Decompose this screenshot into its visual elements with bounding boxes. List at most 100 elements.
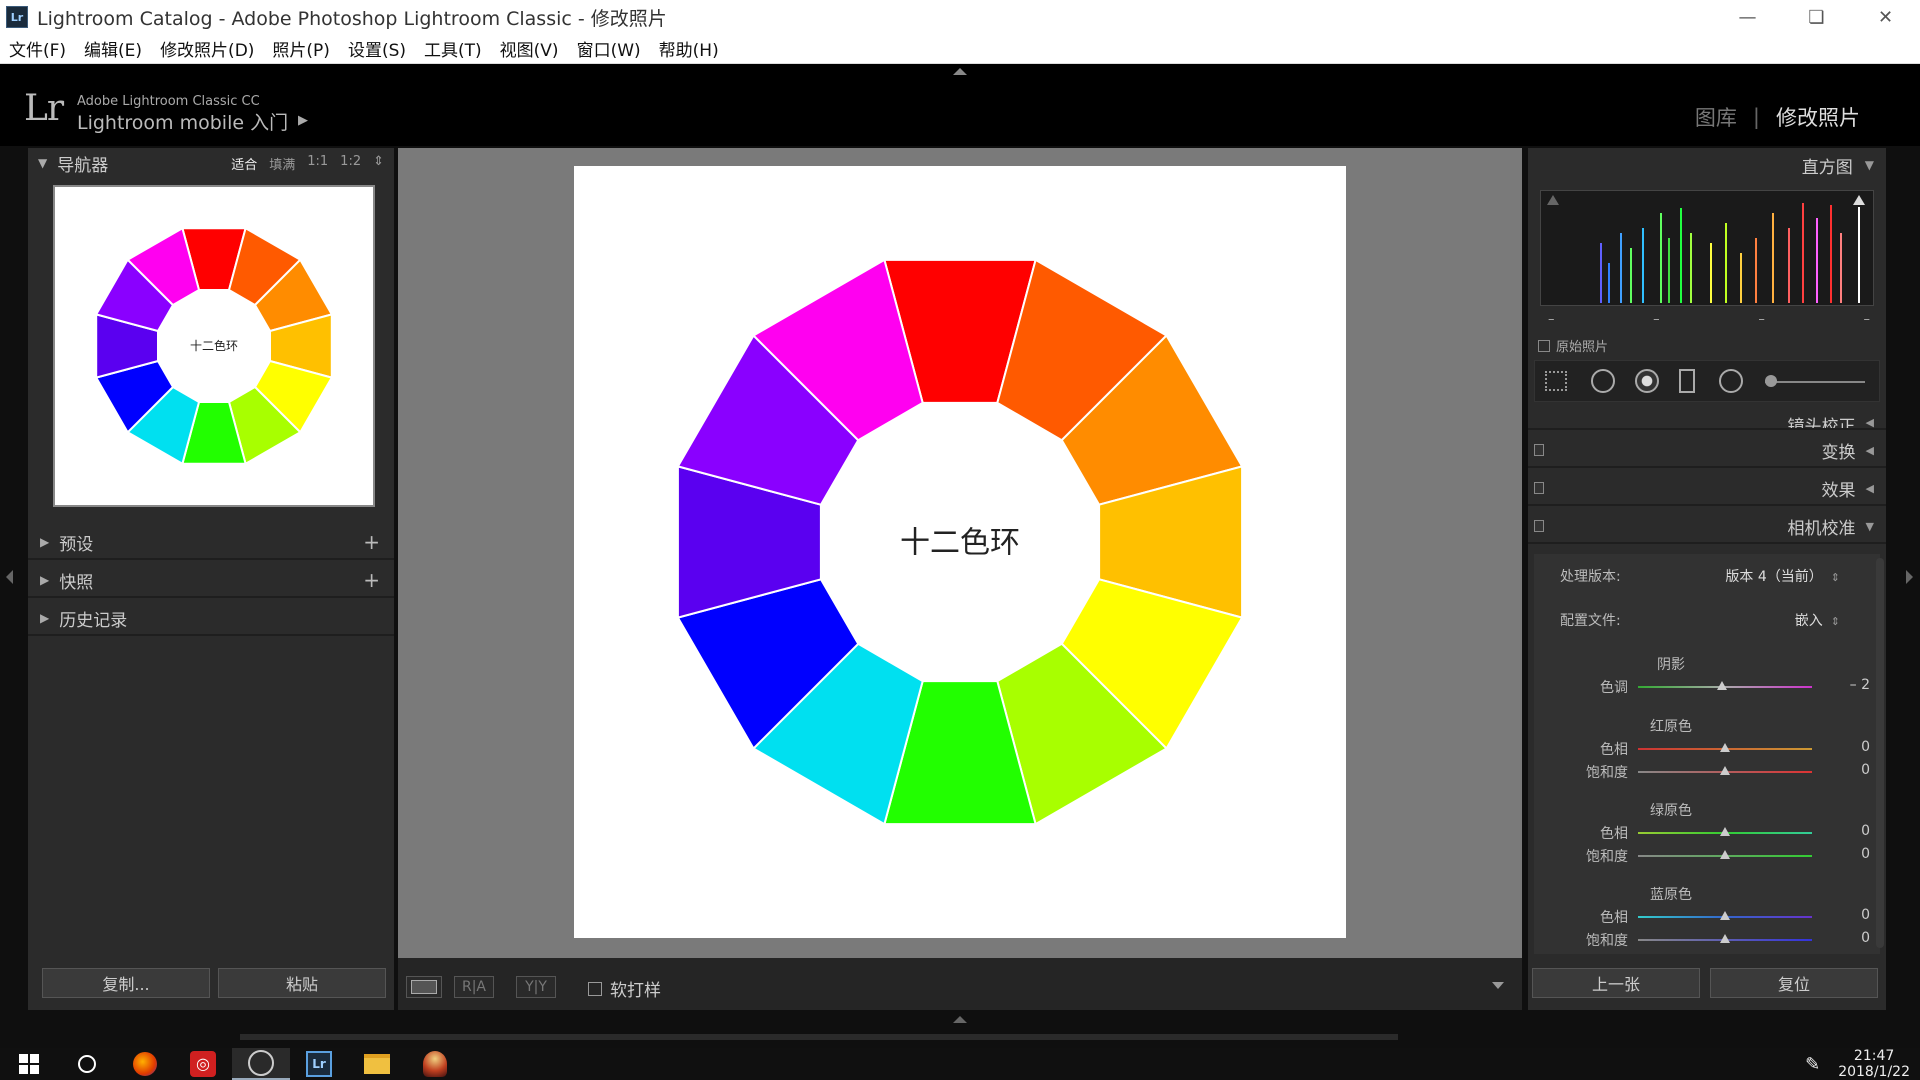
before-after-swap-button[interactable]: Y|Y [516,976,556,998]
module-library[interactable]: 图库 [1695,102,1737,132]
shadows-tint-value[interactable]: – 2 [1850,677,1870,693]
soft-proof-checkbox[interactable] [588,981,602,996]
start-button[interactable] [0,1048,58,1080]
green-saturation-slider-row[interactable]: 饱和度 0 [1534,845,1880,865]
clock[interactable]: 21:47 2018/1/22 [1838,1048,1910,1080]
add-preset-icon[interactable]: + [363,530,380,554]
history-panel-header[interactable]: ▶ 历史记录 [28,602,394,636]
menu-window[interactable]: 窗口(W) [568,36,650,61]
blue-hue-value[interactable]: 0 [1861,907,1870,923]
brush-size-slider[interactable] [1765,381,1865,383]
menu-photo[interactable]: 照片(P) [263,36,339,61]
taskbar-file-explorer[interactable] [348,1048,406,1080]
menu-tools[interactable]: 工具(T) [415,36,491,61]
expand-triangle-icon[interactable]: ▶ [40,573,49,587]
loupe-view-button[interactable] [406,976,442,998]
paste-button[interactable]: 粘贴 [218,968,386,998]
green-saturation-thumb[interactable] [1720,850,1730,859]
section-lens-corrections[interactable]: 镜头校正 ◀ [1528,410,1886,430]
menu-help[interactable]: 帮助(H) [650,36,728,61]
original-photo-toggle[interactable]: 原始照片 [1538,336,1608,355]
blue-saturation-value[interactable]: 0 [1861,930,1870,946]
section-toggle-icon[interactable]: ▼ [1866,520,1874,533]
restore-button[interactable]: ❏ [1782,0,1851,34]
pen-icon[interactable]: ✎ [1805,1054,1820,1075]
taskbar-netease-music[interactable]: ◎ [174,1048,232,1080]
add-snapshot-icon[interactable]: + [363,568,380,592]
zoom-fit[interactable]: 适合 [231,154,257,173]
zoom-fill[interactable]: 填满 [269,154,295,173]
section-switch[interactable] [1534,444,1544,456]
soft-proof-toggle[interactable]: 软打样 [588,976,661,1001]
red-eye-icon[interactable] [1635,369,1659,393]
menu-view[interactable]: 视图(V) [491,36,568,61]
taskbar-firefox[interactable] [116,1048,174,1080]
section-effects[interactable]: 效果 ◀ [1528,472,1886,506]
red-saturation-slider-row[interactable]: 饱和度 0 [1534,761,1880,781]
taskbar-camera-app[interactable] [232,1048,290,1080]
profile-row[interactable]: 配置文件: 嵌入 ⇕ [1534,606,1880,634]
original-photo-checkbox[interactable] [1538,339,1550,352]
red-hue-thumb[interactable] [1720,743,1730,752]
right-panel-toggle-icon[interactable] [1906,570,1913,584]
collapse-triangle-icon[interactable]: ▼ [1865,158,1874,172]
right-panel-scrollbar[interactable] [1876,558,1884,948]
blue-saturation-thumb[interactable] [1720,934,1730,943]
red-hue-slider-row[interactable]: 色相 0 [1534,738,1880,758]
copy-button[interactable]: 复制... [42,968,210,998]
play-icon[interactable]: ▶ [298,113,308,128]
histogram-header[interactable]: 直方图 ▼ [1528,148,1886,182]
green-saturation-value[interactable]: 0 [1861,846,1870,862]
shadows-tint-thumb[interactable] [1716,681,1727,690]
profile-select[interactable]: 嵌入 ⇕ [1795,610,1840,630]
blue-hue-slider-row[interactable]: 色相 0 [1534,906,1880,926]
toolbar-menu-icon[interactable] [1492,982,1504,989]
section-camera-calibration[interactable]: 相机校准 ▼ [1528,510,1886,544]
minimize-button[interactable]: — [1713,0,1782,34]
green-hue-value[interactable]: 0 [1861,823,1870,839]
previous-button[interactable]: 上一张 [1532,968,1700,998]
taskbar-app[interactable] [406,1048,464,1080]
blue-hue-thumb[interactable] [1720,911,1730,920]
histogram[interactable] [1540,190,1874,306]
section-toggle-icon[interactable]: ◀ [1866,482,1874,495]
navigator-preview[interactable]: 十二色环 [53,185,375,507]
section-toggle-icon[interactable]: ◀ [1866,416,1874,428]
left-panel-toggle-icon[interactable] [6,570,13,584]
blue-saturation-slider-row[interactable]: 饱和度 0 [1534,929,1880,949]
spot-removal-icon[interactable] [1591,369,1615,393]
red-saturation-thumb[interactable] [1720,766,1730,775]
menu-file[interactable]: 文件(F) [0,36,75,61]
brush-slider-thumb[interactable] [1765,375,1777,387]
taskbar-lightroom[interactable]: Lr [290,1048,348,1080]
mobile-link[interactable]: Lightroom mobile 入门 [77,108,288,135]
filmstrip-toggle-icon[interactable] [953,1016,967,1023]
shadows-tint-slider-row[interactable]: 色调 – 2 [1534,676,1880,696]
graduated-filter-icon[interactable] [1679,369,1695,393]
red-hue-value[interactable]: 0 [1861,739,1870,755]
filmstrip-scrollbar[interactable] [240,1034,1398,1040]
zoom-1-1[interactable]: 1:1 [307,154,328,173]
close-button[interactable]: ✕ [1851,0,1920,34]
presets-panel-header[interactable]: ▶ 预设 + [28,526,394,560]
radial-filter-icon[interactable] [1719,369,1743,393]
process-version-select[interactable]: 版本 4（当前） ⇕ [1725,566,1840,586]
section-switch[interactable] [1534,520,1544,532]
snapshots-panel-header[interactable]: ▶ 快照 + [28,564,394,598]
red-saturation-value[interactable]: 0 [1861,762,1870,778]
expand-triangle-icon[interactable]: ▶ [40,611,49,625]
section-transform[interactable]: 变换 ◀ [1528,434,1886,468]
search-button[interactable] [58,1048,116,1080]
crop-icon[interactable] [1545,371,1567,391]
photo[interactable]: 十二色环 [574,166,1346,938]
top-panel-toggle-icon[interactable] [953,68,967,75]
navigator-header[interactable]: ▼ 导航器 适合 填满 1:1 1:2 ⇕ [28,148,394,178]
menu-settings[interactable]: 设置(S) [339,36,415,61]
section-switch[interactable] [1534,482,1544,494]
photo-canvas[interactable]: 十二色环 [398,148,1522,958]
menu-edit[interactable]: 编辑(E) [75,36,151,61]
module-develop[interactable]: 修改照片 [1776,102,1860,132]
menu-develop[interactable]: 修改照片(D) [151,36,263,61]
green-hue-slider-row[interactable]: 色相 0 [1534,822,1880,842]
process-version-row[interactable]: 处理版本: 版本 4（当前） ⇕ [1534,562,1880,590]
